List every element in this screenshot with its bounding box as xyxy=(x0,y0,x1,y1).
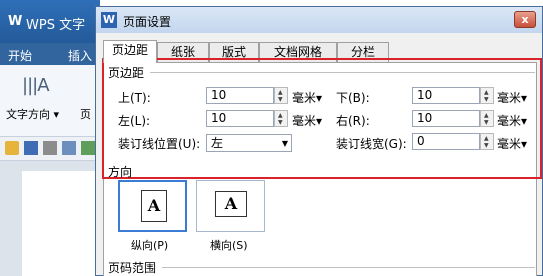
print-icon[interactable] xyxy=(43,141,57,155)
text-direction-icon[interactable]: |||A xyxy=(22,75,49,96)
close-button[interactable]: x xyxy=(514,11,536,28)
document-area xyxy=(0,161,100,276)
document-page[interactable] xyxy=(22,171,100,276)
tab-margins[interactable]: 页边距 xyxy=(103,40,157,63)
print-preview-icon[interactable] xyxy=(62,141,76,155)
export-icon[interactable] xyxy=(81,141,95,155)
menu-insert[interactable]: 插入 xyxy=(68,47,92,64)
wps-logo-icon: W xyxy=(101,12,117,28)
app-title: WPS 文字 xyxy=(26,18,86,33)
wps-logo-icon: W xyxy=(8,14,23,29)
dialog-titlebar[interactable]: W 页面设置 x xyxy=(96,7,542,33)
section-divider xyxy=(162,267,535,268)
landscape-label[interactable]: 横向(S) xyxy=(210,237,248,253)
dialog-title: 页面设置 xyxy=(123,15,172,29)
portrait-label[interactable]: 纵向(P) xyxy=(131,237,168,253)
portrait-option[interactable]: A xyxy=(118,180,187,232)
highlight-box xyxy=(102,58,542,179)
quick-access-toolbar xyxy=(0,137,100,161)
portrait-page-icon: A xyxy=(141,190,167,222)
menu-start[interactable]: 开始 xyxy=(8,47,32,64)
open-folder-icon[interactable] xyxy=(5,141,19,155)
app-menubar: 开始 插入 xyxy=(0,43,100,65)
landscape-option[interactable]: A xyxy=(196,180,265,232)
save-icon[interactable] xyxy=(24,141,38,155)
landscape-page-icon: A xyxy=(215,191,247,217)
text-direction-button[interactable]: 文字方向 ▾ xyxy=(6,106,59,122)
orientation-section-label: 方向 xyxy=(108,165,133,179)
page-margin-button[interactable]: 页 xyxy=(80,106,91,122)
page-range-section-label: 页码范围 xyxy=(108,261,157,275)
app-ribbon: |||A 文字方向 ▾ 页 xyxy=(0,65,100,137)
app-titlebar: W WPS 文字 xyxy=(0,0,100,43)
